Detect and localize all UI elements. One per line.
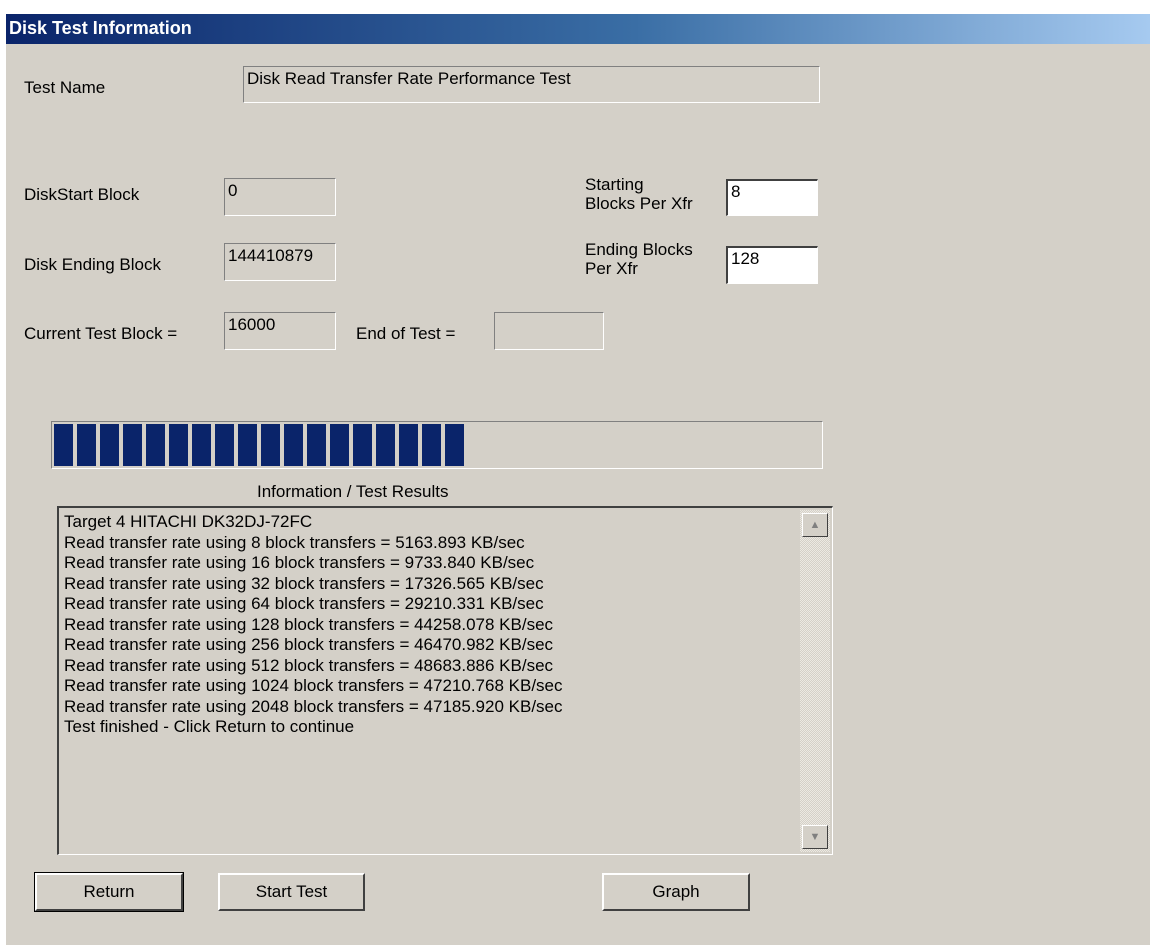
result-line: Test finished - Click Return to continue — [64, 717, 355, 736]
result-line: Read transfer rate using 64 block transf… — [64, 594, 544, 613]
results-textbox[interactable]: Target 4 HITACHI DK32DJ-72FC Read transfe… — [57, 506, 833, 855]
results-header: Information / Test Results — [257, 482, 449, 501]
end-of-test-field — [494, 312, 604, 350]
start-test-button[interactable]: Start Test — [218, 873, 365, 911]
end-of-test-label: End of Test = — [356, 324, 456, 343]
result-line: Read transfer rate using 16 block transf… — [64, 553, 535, 572]
ending-bpx-label-line1: Ending Blocks — [585, 240, 693, 259]
disk-test-window: Disk Test Information Test Name Disk Rea… — [6, 14, 1150, 945]
ending-block-label: Disk Ending Block — [24, 255, 162, 274]
test-name-field: Disk Read Transfer Rate Performance Test — [243, 66, 820, 103]
triangle-up-icon: ▲ — [809, 519, 821, 531]
scroll-down-button[interactable]: ▼ — [802, 825, 828, 849]
result-line: Target 4 HITACHI DK32DJ-72FC — [64, 512, 313, 531]
current-block-label: Current Test Block = — [24, 324, 178, 343]
progress-bar — [51, 421, 823, 469]
starting-bpx-input[interactable]: 8 — [726, 179, 818, 216]
ending-bpx-label-line2: Per Xfr — [585, 259, 638, 278]
result-line: Read transfer rate using 8 block transfe… — [64, 532, 525, 552]
starting-bpx-label-line1: Starting — [585, 175, 644, 194]
start-block-label: DiskStart Block — [24, 185, 140, 204]
starting-bpx-label-line2: Blocks Per Xfr — [585, 194, 693, 213]
result-line: Read transfer rate using 32 block transf… — [64, 573, 544, 593]
result-line: Read transfer rate using 1024 block tran… — [64, 676, 563, 695]
test-name-label: Test Name — [24, 78, 106, 97]
start-block-field: 0 — [224, 178, 336, 216]
results-scrollbar[interactable]: ▲ ▼ — [800, 510, 830, 852]
result-line: Read transfer rate using 128 block trans… — [64, 614, 554, 634]
current-block-field: 16000 — [224, 312, 336, 350]
result-line: Read transfer rate using 512 block trans… — [64, 655, 554, 675]
window-title: Disk Test Information — [9, 18, 192, 38]
ending-block-field: 144410879 — [224, 243, 336, 281]
scroll-up-button[interactable]: ▲ — [802, 513, 828, 537]
result-line: Read transfer rate using 2048 block tran… — [64, 696, 563, 716]
triangle-down-icon: ▼ — [809, 831, 821, 843]
progress-fill — [54, 424, 464, 466]
starting-bpx-label: Starting Blocks Per Xfr — [585, 175, 693, 213]
ending-bpx-label: Ending Blocks Per Xfr — [585, 240, 693, 278]
graph-button[interactable]: Graph — [602, 873, 750, 911]
title-bar: Disk Test Information — [6, 14, 1150, 44]
return-button[interactable]: Return — [34, 872, 184, 912]
result-line: Read transfer rate using 256 block trans… — [64, 635, 554, 654]
results-lines: Target 4 HITACHI DK32DJ-72FC Read transfe… — [64, 512, 792, 738]
ending-bpx-input[interactable]: 128 — [726, 246, 818, 284]
